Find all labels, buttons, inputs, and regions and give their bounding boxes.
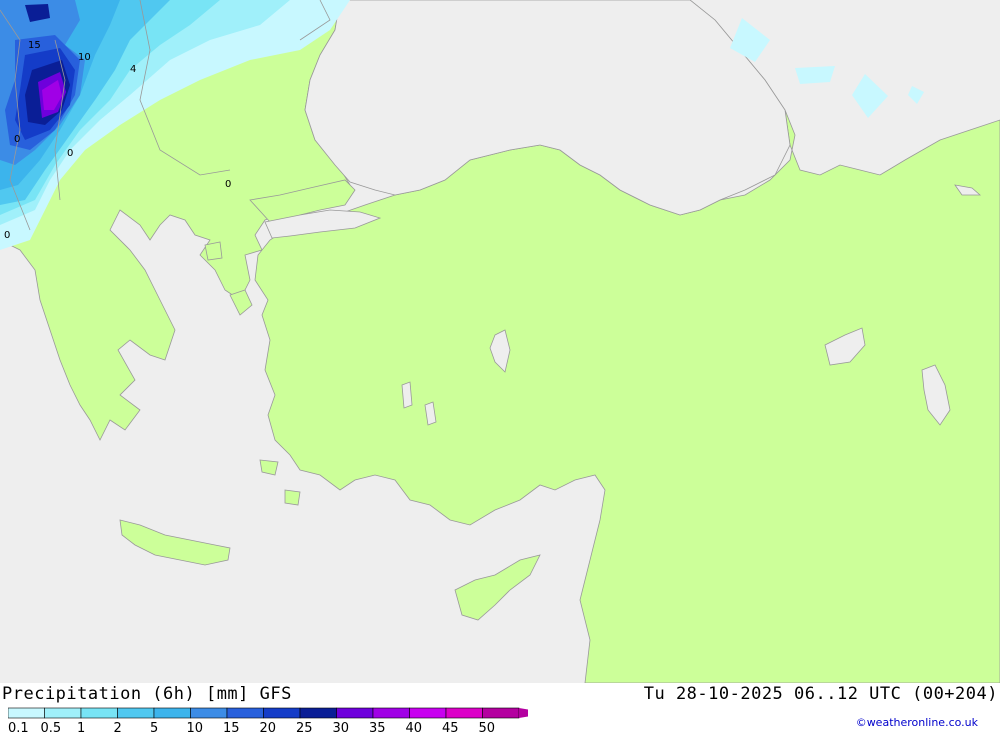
land-island-2 — [204, 241, 223, 261]
legend-swatch — [226, 707, 264, 719]
legend-swatch — [263, 707, 301, 719]
legend-label: 0.5 — [41, 721, 62, 733]
lake-egirdir — [401, 381, 413, 409]
contour-label-10: 10 — [78, 52, 91, 63]
legend-swatch — [8, 707, 45, 719]
legend-arrow — [519, 708, 528, 718]
legend-label: 50 — [479, 721, 496, 733]
legend-label: 45 — [442, 721, 459, 733]
contour-label-0: 0 — [4, 230, 10, 241]
contour-label-15: 15 — [28, 40, 41, 51]
land-island-3 — [284, 489, 301, 506]
legend-swatch — [336, 707, 374, 719]
legend-swatch — [153, 707, 191, 719]
contour-label-0: 0 — [225, 179, 231, 190]
legend-swatch — [372, 707, 410, 719]
legend-label: 10 — [187, 721, 204, 733]
contour-label-0: 0 — [67, 148, 73, 159]
legend-label: 20 — [260, 721, 277, 733]
contour-label-0: 0 — [14, 134, 20, 145]
legend-swatch — [445, 707, 483, 719]
legend-label: 30 — [333, 721, 350, 733]
legend-swatch — [44, 707, 82, 719]
map-title: Precipitation (6h) [mm] GFS — [2, 684, 292, 704]
legend-label: 15 — [223, 721, 240, 733]
credit-link[interactable]: ©weatheronline.co.uk — [856, 716, 978, 729]
contour-label-4: 4 — [130, 64, 136, 75]
legend-swatch — [80, 707, 118, 719]
legend-swatch — [190, 707, 228, 719]
legend-label: 25 — [296, 721, 313, 733]
legend-label: 35 — [369, 721, 386, 733]
legend-swatch — [409, 707, 447, 719]
legend-label: 1 — [77, 721, 85, 733]
legend-label: 2 — [114, 721, 122, 733]
color-legend: 0.1 0.5 1 2 5 10 15 20 25 30 35 40 45 50 — [8, 707, 528, 733]
legend-label: 40 — [406, 721, 423, 733]
legend-label: 0.1 — [8, 721, 29, 733]
precipitation-map: 15 10 4 0 0 0 0 — [0, 0, 1000, 683]
valid-time: Tu 28-10-2025 06..12 UTC (00+204) — [643, 684, 998, 704]
legend-label: 5 — [150, 721, 158, 733]
legend-swatch — [482, 707, 520, 719]
legend-swatch — [117, 707, 155, 719]
legend-swatch — [299, 707, 337, 719]
